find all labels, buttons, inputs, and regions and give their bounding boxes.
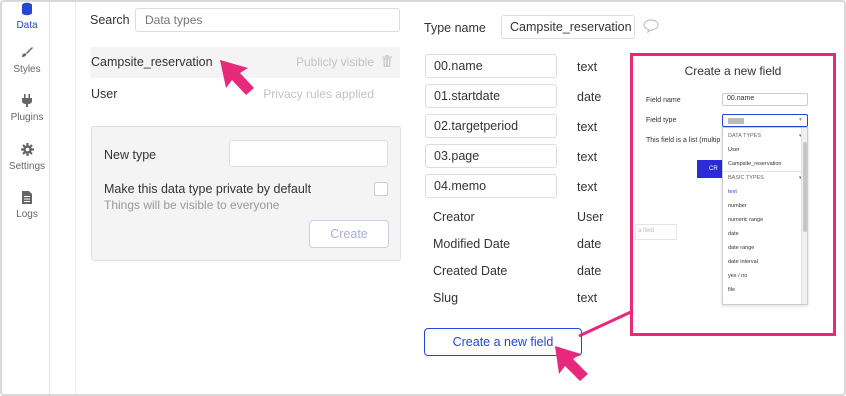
pointer-arrow-icon xyxy=(555,346,588,381)
app-frame: Data Styles Plugins Settings Logs Search… xyxy=(0,0,846,396)
callout-connector-line xyxy=(578,309,634,338)
annotation-overlay xyxy=(220,60,634,381)
pointer-arrow-icon xyxy=(220,60,254,95)
